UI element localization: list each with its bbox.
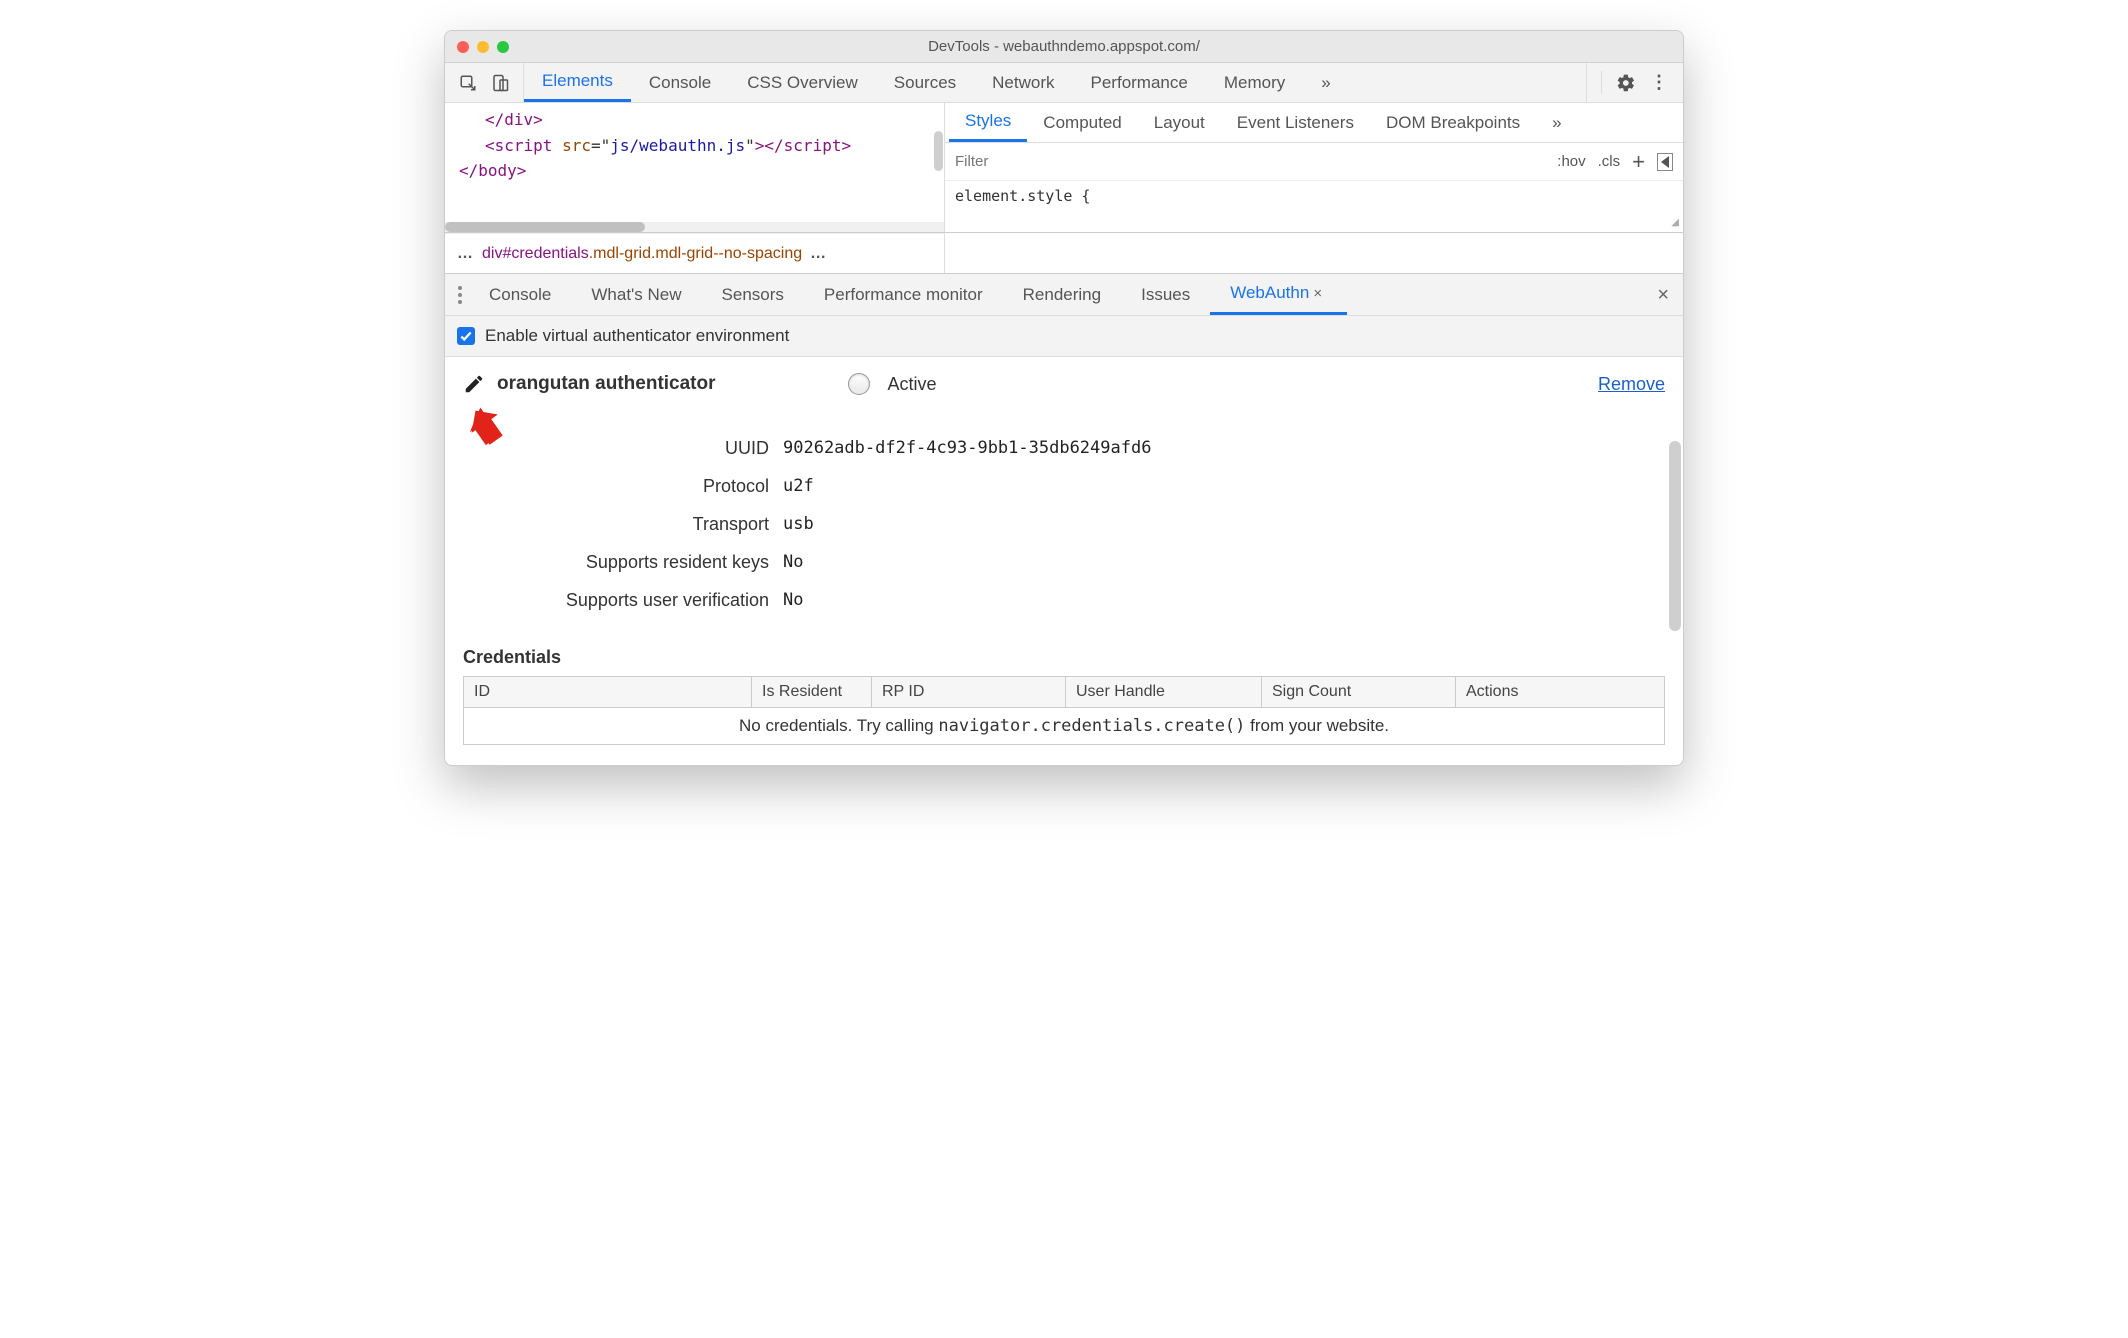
- side-tab-layout[interactable]: Layout: [1138, 103, 1221, 142]
- tab-elements[interactable]: Elements: [524, 63, 631, 102]
- crumb-id: #credentials: [502, 245, 588, 262]
- main-toolbar: Elements Console CSS Overview Sources Ne…: [445, 63, 1683, 103]
- styles-pane: Styles Computed Layout Event Listeners D…: [945, 103, 1683, 232]
- kv-label-uuid: UUID: [463, 438, 783, 459]
- tab-memory[interactable]: Memory: [1206, 63, 1303, 102]
- elements-dom-tree[interactable]: </div> <script src="js/webauthn.js"></sc…: [445, 103, 945, 232]
- window-title: DevTools - webauthndemo.appspot.com/: [457, 38, 1671, 55]
- tab-sources[interactable]: Sources: [876, 63, 974, 102]
- col-id[interactable]: ID: [464, 677, 752, 707]
- drawer-tab-webauthn-label: WebAuthn: [1230, 283, 1309, 303]
- device-toggle-icon[interactable]: [491, 74, 509, 92]
- kebab-menu-icon[interactable]: ⋮: [1650, 72, 1669, 93]
- edit-icon[interactable]: [463, 373, 485, 395]
- cls-toggle[interactable]: .cls: [1598, 153, 1621, 170]
- new-style-rule-button[interactable]: +: [1632, 149, 1645, 175]
- inspect-icon[interactable]: [459, 74, 477, 92]
- tabs-overflow-button[interactable]: »: [1303, 63, 1348, 102]
- tab-performance[interactable]: Performance: [1073, 63, 1206, 102]
- enable-virtual-authenticator-checkbox[interactable]: [457, 327, 475, 345]
- crumb-classes: .mdl-grid.mdl-grid--no-spacing: [589, 245, 802, 262]
- kv-value-resident-keys: No: [783, 552, 803, 572]
- side-tab-styles[interactable]: Styles: [949, 103, 1027, 142]
- credentials-heading: Credentials: [463, 647, 1665, 668]
- element-style-block[interactable]: element.style {: [945, 181, 1683, 211]
- crumb-tag: div: [482, 245, 502, 262]
- kv-value-transport: usb: [783, 514, 814, 534]
- credentials-empty-post: from your website.: [1245, 716, 1389, 735]
- drawer-tab-rendering[interactable]: Rendering: [1003, 274, 1121, 315]
- kv-value-user-verification: No: [783, 590, 803, 610]
- kv-label-resident-keys: Supports resident keys: [463, 552, 783, 573]
- drawer-tabs: Console What's New Sensors Performance m…: [445, 274, 1683, 316]
- breadcrumb-overflow-right[interactable]: …: [810, 245, 827, 263]
- resize-corner-icon: ◢: [1671, 217, 1679, 228]
- side-tab-event-listeners[interactable]: Event Listeners: [1221, 103, 1370, 142]
- side-tabs-overflow[interactable]: »: [1536, 103, 1577, 142]
- col-actions[interactable]: Actions: [1456, 677, 1664, 707]
- computed-styles-sidebar-toggle[interactable]: [1657, 153, 1673, 171]
- drawer-tab-issues[interactable]: Issues: [1121, 274, 1210, 315]
- credentials-empty-code: navigator.credentials.create(): [938, 716, 1245, 736]
- col-user-handle[interactable]: User Handle: [1066, 677, 1262, 707]
- kv-label-protocol: Protocol: [463, 476, 783, 497]
- horizontal-scrollbar[interactable]: [445, 222, 944, 232]
- drawer-close-icon[interactable]: ×: [1657, 284, 1669, 307]
- drawer-tab-console[interactable]: Console: [469, 274, 571, 315]
- tab-network[interactable]: Network: [974, 63, 1072, 102]
- drawer-tab-whats-new[interactable]: What's New: [571, 274, 701, 315]
- dom-breadcrumb[interactable]: … div#credentials.mdl-grid.mdl-grid--no-…: [445, 233, 945, 273]
- side-tab-computed[interactable]: Computed: [1027, 103, 1137, 142]
- drawer-tab-webauthn[interactable]: WebAuthn ×: [1210, 274, 1347, 315]
- breadcrumb-overflow-left[interactable]: …: [457, 245, 474, 263]
- credentials-table: ID Is Resident RP ID User Handle Sign Co…: [463, 676, 1665, 745]
- authenticator-details: UUID90262adb-df2f-4c93-9bb1-35db6249afd6…: [463, 429, 1665, 619]
- panel-vertical-scrollbar[interactable]: [1669, 441, 1681, 761]
- authenticator-active-label: Active: [888, 374, 937, 395]
- styles-filter-input[interactable]: [945, 153, 1547, 170]
- enable-virtual-authenticator-row: Enable virtual authenticator environment: [445, 316, 1683, 357]
- annotation-arrow-icon: [463, 403, 511, 451]
- kv-label-user-verification: Supports user verification: [463, 590, 783, 611]
- vertical-scrollbar-thumb[interactable]: [934, 131, 943, 171]
- settings-icon[interactable]: [1616, 73, 1636, 93]
- authenticator-active-radio[interactable]: [848, 373, 870, 395]
- drawer-tab-performance-monitor[interactable]: Performance monitor: [804, 274, 1003, 315]
- main-tabs: Elements Console CSS Overview Sources Ne…: [524, 63, 1586, 102]
- authenticator-panel: orangutan authenticator Active Remove UU…: [445, 357, 1683, 765]
- titlebar: DevTools - webauthndemo.appspot.com/: [445, 31, 1683, 63]
- kv-label-transport: Transport: [463, 514, 783, 535]
- tab-css-overview[interactable]: CSS Overview: [729, 63, 876, 102]
- kv-value-protocol: u2f: [783, 476, 814, 496]
- credentials-header-row: ID Is Resident RP ID User Handle Sign Co…: [464, 677, 1664, 708]
- enable-virtual-authenticator-label: Enable virtual authenticator environment: [485, 326, 789, 346]
- credentials-empty-row: No credentials. Try calling navigator.cr…: [464, 708, 1664, 744]
- drawer-menu-icon[interactable]: [451, 274, 469, 315]
- window-close-button[interactable]: [457, 41, 469, 53]
- close-tab-icon[interactable]: ×: [1313, 285, 1327, 302]
- authenticator-remove-link[interactable]: Remove: [1598, 374, 1665, 395]
- col-sign-count[interactable]: Sign Count: [1262, 677, 1456, 707]
- window-minimize-button[interactable]: [477, 41, 489, 53]
- col-is-resident[interactable]: Is Resident: [752, 677, 872, 707]
- drawer-tab-sensors[interactable]: Sensors: [702, 274, 804, 315]
- side-tab-dom-breakpoints[interactable]: DOM Breakpoints: [1370, 103, 1536, 142]
- kv-value-uuid: 90262adb-df2f-4c93-9bb1-35db6249afd6: [783, 438, 1151, 458]
- col-rp-id[interactable]: RP ID: [872, 677, 1066, 707]
- hov-toggle[interactable]: :hov: [1557, 153, 1585, 170]
- window-zoom-button[interactable]: [497, 41, 509, 53]
- credentials-empty-pre: No credentials. Try calling: [739, 716, 938, 735]
- authenticator-name: orangutan authenticator: [497, 373, 716, 395]
- tab-console[interactable]: Console: [631, 63, 729, 102]
